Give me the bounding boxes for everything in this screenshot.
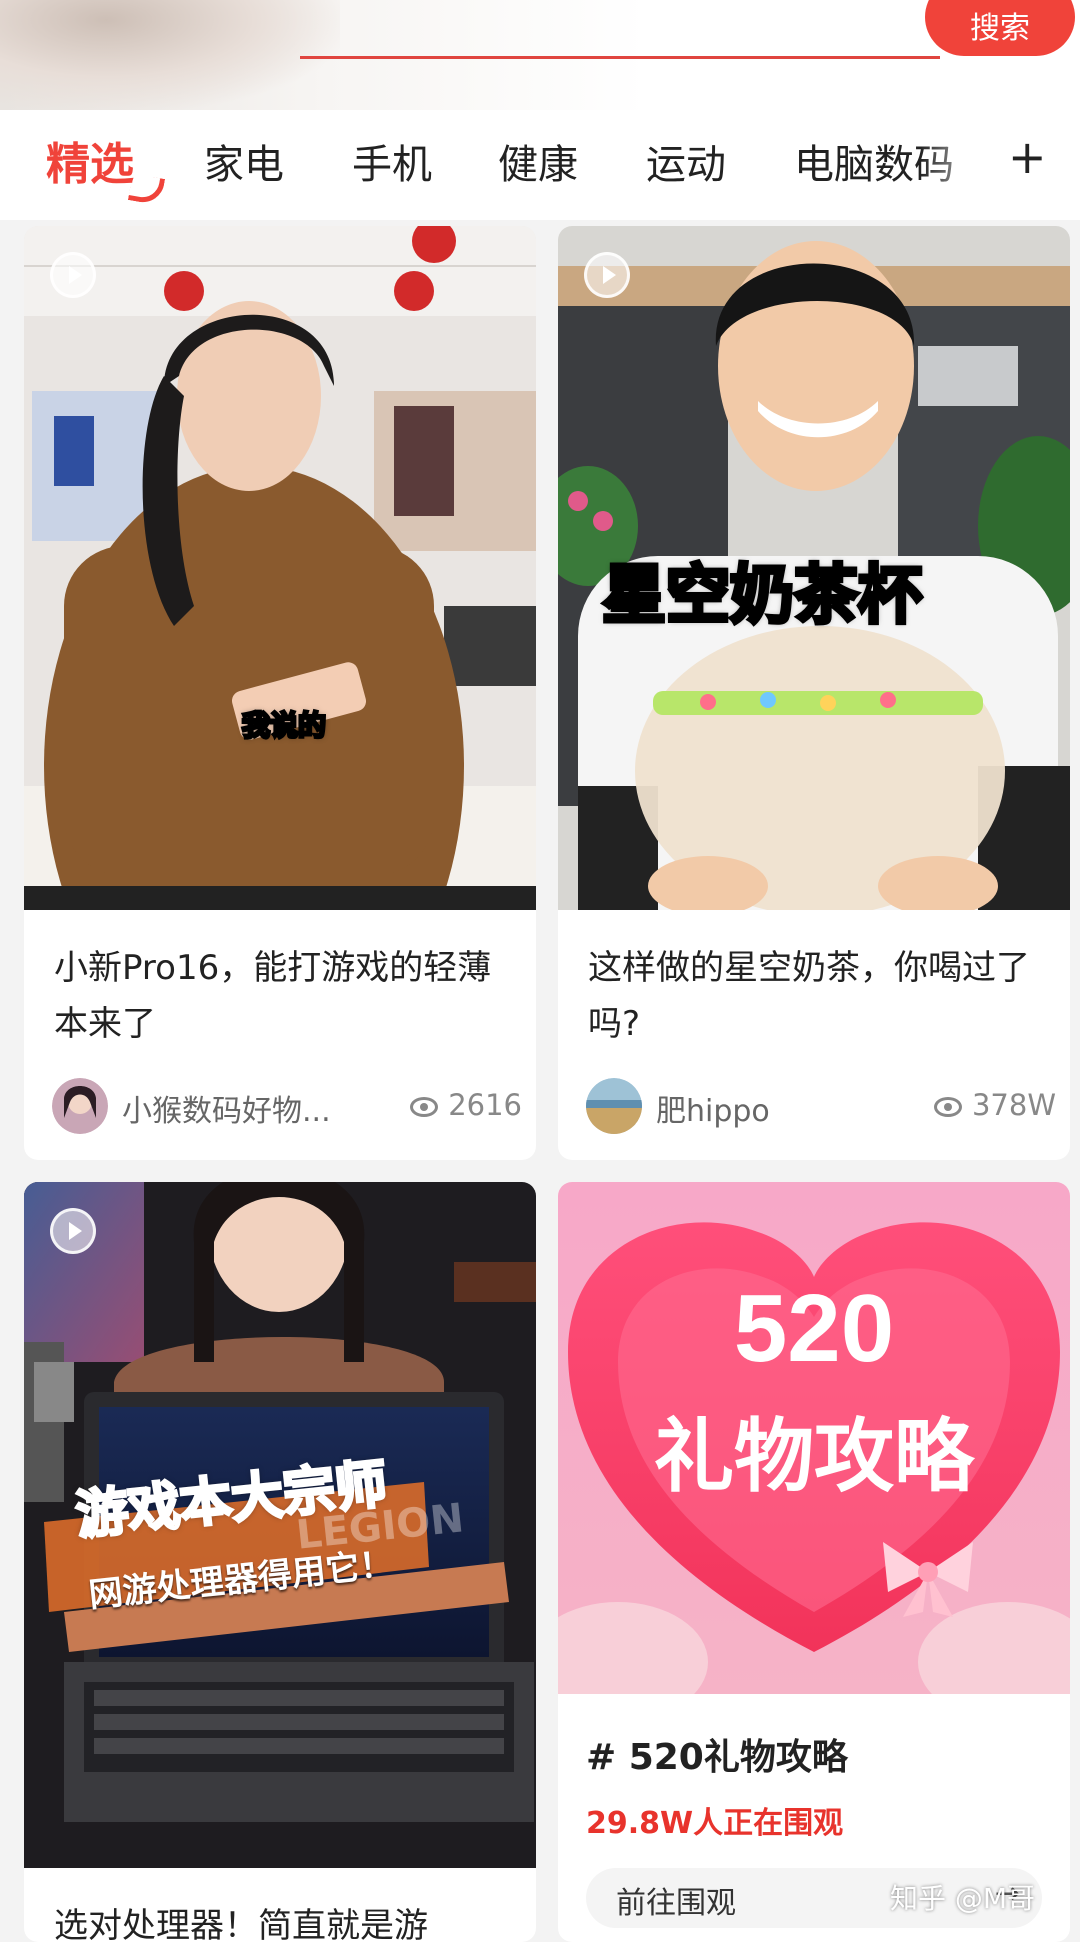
video-thumbnail[interactable]: 游戏本大宗师 LEGION 网游处理器得用它！ [24, 1182, 536, 1868]
watermark: 知乎 @M哥 [890, 1882, 1036, 1915]
card-meta: 小猴数码好物... 2616 [52, 1078, 522, 1134]
play-icon [584, 252, 630, 298]
topic-banner[interactable]: 520 礼物攻略 [558, 1182, 1070, 1694]
view-count-value: 2616 [448, 1088, 522, 1122]
thumbnail-image [24, 226, 536, 910]
topic-banner-title: 礼物攻略 [654, 1410, 974, 1503]
header-decoration [0, 0, 340, 110]
avatar[interactable] [52, 1078, 108, 1134]
video-thumbnail[interactable]: 我说的 [24, 226, 536, 910]
card-title[interactable]: 选对处理器！简直就是游 [54, 1898, 524, 1942]
play-icon [50, 252, 96, 298]
feed-card-3[interactable]: 游戏本大宗师 LEGION 网游处理器得用它！ 选对处理器！简直就是游 [24, 1182, 536, 1942]
tab-featured[interactable]: 精选 [46, 128, 134, 192]
search-header: 搜索 [0, 0, 1080, 110]
go-watch-label: 前往围观 [616, 1886, 736, 1921]
video-thumbnail[interactable]: 星空奶茶杯 [558, 226, 1070, 910]
topic-card[interactable]: 520 礼物攻略 # 520礼物攻略 29.8W人正在围观 前往围观 → [558, 1182, 1070, 1942]
eye-icon [410, 1097, 439, 1117]
thumbnail-caption: 我说的 [240, 708, 327, 744]
view-count: 2616 [410, 1088, 522, 1122]
topic-title[interactable]: # 520礼物攻略 [586, 1728, 848, 1780]
view-count-value: 378W [971, 1088, 1056, 1122]
tab-appliances[interactable]: 家电 [204, 132, 284, 190]
card-meta: 肥hippo 378W [586, 1078, 1056, 1134]
author-name[interactable]: 小猴数码好物... [122, 1086, 331, 1130]
active-tab-indicator [127, 173, 166, 206]
tab-phones[interactable]: 手机 [352, 132, 432, 190]
search-button[interactable]: 搜索 [925, 0, 1075, 56]
play-icon [50, 1208, 96, 1254]
search-input[interactable] [300, 56, 940, 59]
author-name[interactable]: 肥hippo [656, 1086, 770, 1130]
topic-banner-number: 520 [733, 1275, 895, 1382]
card-title[interactable]: 这样做的星空奶茶，你喝过了吗? [588, 940, 1058, 1052]
eye-icon [933, 1097, 962, 1117]
feed-card-1[interactable]: 我说的 小新Pro16，能打游戏的轻薄本来了 小猴数码好物... 2616 [24, 226, 536, 1160]
tab-sports[interactable]: 运动 [646, 132, 726, 190]
card-title[interactable]: 小新Pro16，能打游戏的轻薄本来了 [54, 940, 524, 1052]
plus-icon[interactable]: + [1008, 130, 1047, 184]
thumbnail-caption: 星空奶茶杯 [600, 557, 924, 635]
view-count: 378W [933, 1088, 1056, 1122]
feed-card-2[interactable]: 星空奶茶杯 这样做的星空奶茶，你喝过了吗? 肥hippo 378W [558, 226, 1070, 1160]
tab-health[interactable]: 健康 [498, 132, 578, 190]
tabs-fade [920, 110, 1000, 220]
avatar[interactable] [586, 1078, 642, 1134]
category-tabs: 精选 家电 手机 健康 运动 电脑数码 + [0, 110, 1080, 220]
watching-count: 29.8W人正在围观 [586, 1806, 844, 1841]
